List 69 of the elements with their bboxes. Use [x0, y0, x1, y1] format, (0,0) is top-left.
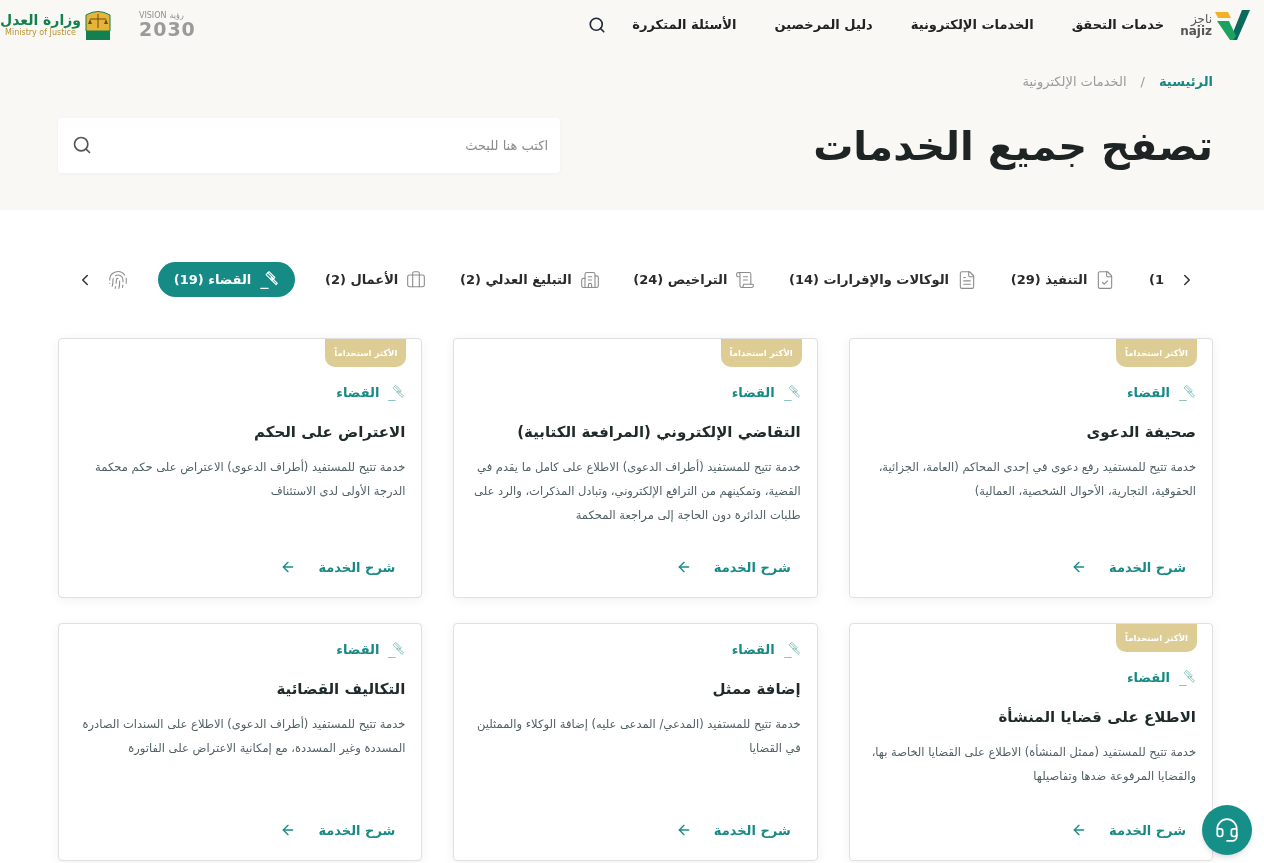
- category-tab[interactable]: (1: [1145, 262, 1168, 297]
- service-title: التكاليف القضائية: [275, 678, 406, 700]
- gavel-icon: [259, 269, 280, 290]
- checkmark-logo-icon: [1214, 9, 1250, 41]
- vision-arabic-label: رؤية: [169, 11, 184, 20]
- category-label: القضاء: [731, 384, 775, 402]
- service-title: صحيفة الدعوى: [1085, 421, 1196, 443]
- nav-link[interactable]: خدمات التحقق: [1071, 15, 1165, 35]
- gavel-icon: [1178, 668, 1196, 687]
- support-chat-button[interactable]: [1202, 805, 1252, 855]
- briefcase-icon: [406, 269, 427, 290]
- category-label: القضاء: [336, 641, 380, 659]
- gavel-icon: [1178, 383, 1196, 402]
- service-description: خدمة تتيح للمستفيد (أطراف الدعوى) الاطلاع على كامل ما يقدم في القضية، وتمكينهم من الترافع الإلكتروني، وتبادل المذكرات، والرد على طلبات الدائرة دون الحاجة إلى مراجعة المحكمة: [473, 458, 801, 524]
- category-tab[interactable]: التبليغ العدلي (2): [455, 262, 604, 297]
- service-details-link[interactable]: شرح الخدمة: [1071, 557, 1186, 577]
- ministry-english-name: Ministry of Justice: [5, 29, 76, 37]
- service-description: خدمة تتيح للمستفيد (المدعي/ المدعى عليه) إضافة الوكلاء والممثلين في القضايا: [476, 716, 801, 757]
- search-icon: [588, 16, 607, 34]
- service-details-link[interactable]: شرح الخدمة: [1071, 820, 1186, 840]
- vision-year: 2030: [138, 19, 196, 39]
- service-description: خدمة تتيح للمستفيد رفع دعوى في إحدى المحاكم (العامة، الجزائية، الحقوقية، التجارية، الأحوال الشخصية، العمالية): [877, 459, 1196, 500]
- breadcrumb-current: الخدمات الإلكترونية: [1022, 73, 1127, 92]
- most-used-badge: الأكثر استخداماً: [720, 339, 802, 367]
- most-used-badge: الأكثر استخداماً: [1115, 339, 1197, 367]
- service-description: خدمة تتيح للمستفيد (أطراف الدعوى) الاطلاع على السندات الصادرة المسددة وغير المسددة، مع إمكانية الاعتراض على الفاتورة: [81, 715, 406, 758]
- service-title: إضافة ممثل: [711, 678, 801, 700]
- search-button[interactable]: [588, 16, 607, 34]
- vision-label: VISION: [138, 11, 167, 20]
- service-title: الاطلاع على قضايا المنشأة: [997, 706, 1196, 728]
- nav-link[interactable]: دليل المرخصين: [774, 15, 873, 35]
- category-label: القضاء: [1126, 669, 1170, 687]
- category-tab[interactable]: التراخيص (24): [629, 262, 760, 297]
- gavel-icon: [782, 640, 801, 659]
- category-label: القضاء: [731, 641, 775, 659]
- search-icon[interactable]: [72, 135, 92, 155]
- logo-latin-name: najiz: [1180, 25, 1212, 37]
- scales-emblem-icon: [82, 9, 113, 41]
- page-title: تصفح جميع الخدمات: [813, 121, 1213, 172]
- category-label: القضاء: [1126, 384, 1170, 402]
- search-field[interactable]: اكتب هنا للبحث: [58, 118, 560, 173]
- logo-arabic-name: ناجز: [1190, 13, 1212, 25]
- category-tab[interactable]: الأعمال (2): [320, 262, 431, 297]
- service-description: خدمة تتيح للمستفيد (أطراف الدعوى) الاعتراض على حكم محكمة الدرجة الأولى لدى الاستئناف: [94, 458, 406, 500]
- gavel-icon: [782, 383, 801, 402]
- breadcrumb-separator: /: [1140, 73, 1145, 91]
- service-title: الاعتراض على الحكم: [252, 421, 406, 443]
- service-details-link[interactable]: شرح الخدمة: [675, 820, 791, 840]
- category-tab[interactable]: القضاء (19): [157, 262, 296, 297]
- category-tab[interactable]: التنفيذ (29): [1006, 262, 1120, 297]
- service-details-link[interactable]: شرح الخدمة: [675, 557, 791, 577]
- nav-link[interactable]: الخدمات الإلكترونية: [910, 15, 1034, 35]
- breadcrumb-link[interactable]: الرئيسية: [1158, 72, 1213, 92]
- scroll-icon: [735, 269, 756, 290]
- category-label: القضاء: [336, 384, 380, 402]
- most-used-badge: الأكثر استخداماً: [1115, 624, 1197, 652]
- gavel-icon: [387, 383, 406, 402]
- service-details-link[interactable]: شرح الخدمة: [280, 820, 396, 840]
- service-description: خدمة تتيح للمستفيد (ممثل المنشأة) الاطلاع على القضايا الخاصة بها، والقضايا المرفوعة ضدها وتفاصيلها: [870, 743, 1196, 785]
- service-title: التقاضي الإلكتروني (المرافعة الكتابية): [516, 421, 801, 443]
- ministry-arabic-name: وزارة العدل: [0, 13, 81, 27]
- most-used-badge: الأكثر استخداماً: [325, 339, 407, 367]
- fingerprint-icon: [108, 269, 129, 290]
- category-tab[interactable]: الوكالات والإقرارات (14): [785, 262, 982, 297]
- headset-icon: [1214, 817, 1240, 843]
- service-details-link[interactable]: شرح الخدمة: [280, 557, 396, 577]
- building-icon: [579, 269, 600, 290]
- nav-link[interactable]: الأسئلة المتكررة: [632, 15, 737, 35]
- gavel-icon: [387, 640, 406, 659]
